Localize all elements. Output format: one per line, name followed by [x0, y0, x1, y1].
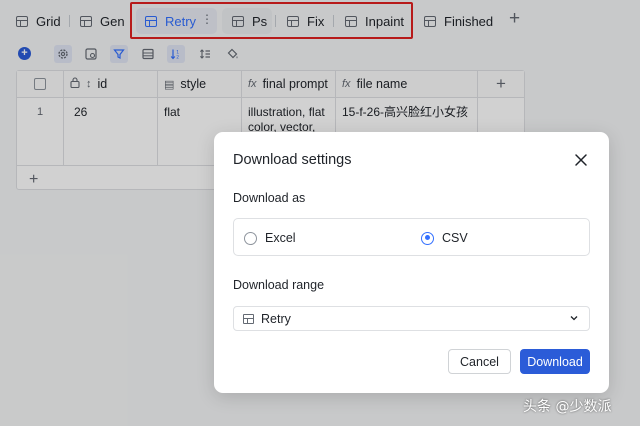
watermark: 头条 @少数派 — [523, 399, 612, 415]
download-settings-dialog: Download settings Download as Excel CSV … — [214, 132, 609, 393]
select-value: Retry — [261, 311, 291, 326]
download-as-label: Download as — [233, 191, 306, 205]
download-range-select[interactable]: Retry — [233, 306, 590, 331]
table-icon — [243, 313, 254, 324]
download-button[interactable]: Download — [520, 349, 590, 374]
app-window: Grid Gen Retry ⋮ Ps Fix Inpaint Finished — [0, 0, 640, 426]
radio-label: Excel — [265, 231, 296, 245]
cancel-button[interactable]: Cancel — [448, 349, 511, 374]
radio-excel[interactable]: Excel — [244, 231, 296, 245]
radio-excel-button[interactable] — [244, 231, 257, 245]
chevron-down-icon — [570, 316, 578, 321]
radio-csv-button[interactable] — [421, 231, 434, 245]
dialog-title: Download settings — [233, 152, 352, 168]
format-radio-group: Excel CSV — [233, 218, 590, 256]
close-icon[interactable] — [573, 152, 589, 168]
radio-csv[interactable]: CSV — [421, 231, 468, 245]
download-range-label: Download range — [233, 278, 325, 292]
radio-label: CSV — [442, 231, 468, 245]
